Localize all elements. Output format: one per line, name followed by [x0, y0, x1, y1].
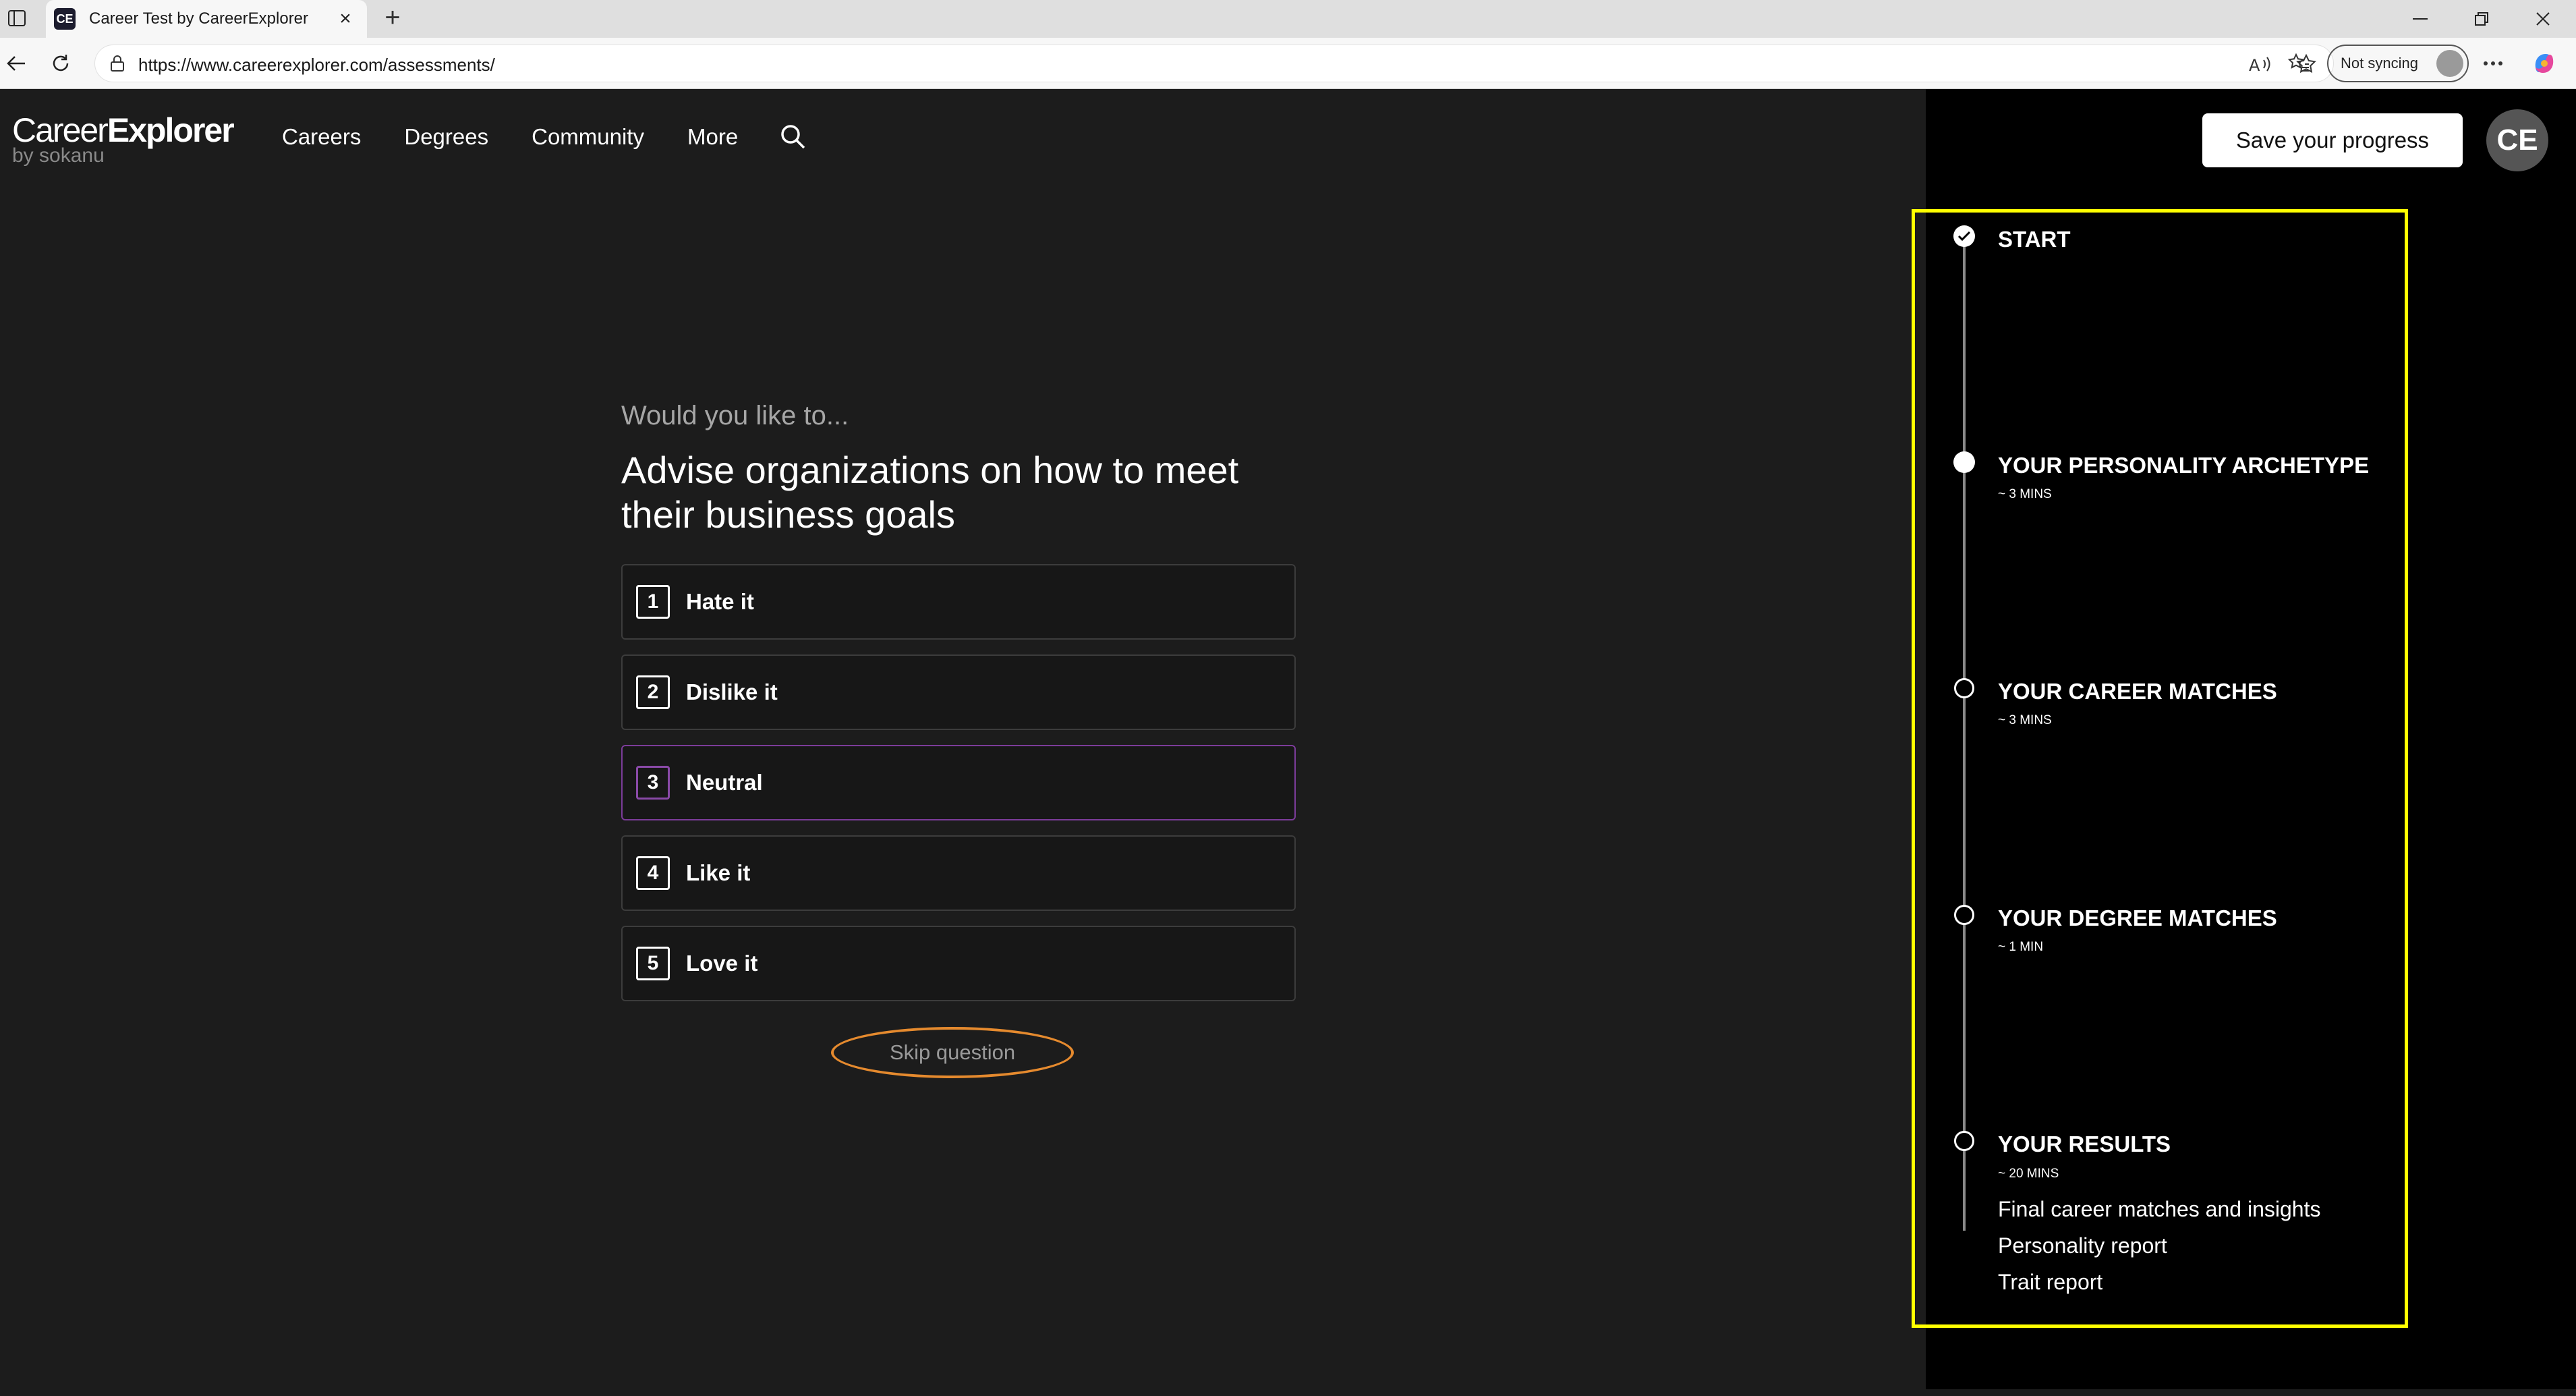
nav-careers[interactable]: Careers — [282, 124, 361, 150]
url-text: https://www.careerexplorer.com/assessmen… — [138, 55, 495, 75]
option-like-it[interactable]: 4 Like it — [621, 835, 1296, 911]
step-time-results: ~ 20 MINS — [1998, 1167, 2059, 1181]
option-number: 2 — [636, 675, 670, 709]
restore-icon[interactable] — [2453, 0, 2511, 38]
step-title-degree-matches: YOUR DEGREE MATCHES — [1998, 905, 2277, 930]
option-label: Like it — [686, 860, 751, 885]
sync-status-label: Not syncing — [2341, 55, 2418, 72]
nav-degrees[interactable]: Degrees — [404, 124, 488, 150]
refresh-icon[interactable] — [45, 47, 77, 80]
skip-question-button[interactable]: Skip question — [831, 1027, 1074, 1078]
step-dot-icon — [1954, 678, 1974, 698]
svg-text:A: A — [2249, 56, 2260, 74]
option-label: Hate it — [686, 589, 754, 614]
careerexplorer-favicon-icon: CE — [54, 8, 76, 30]
step-time-degree-matches: ~ 1 MIN — [1998, 940, 2044, 954]
progress-highlight-box — [1912, 209, 2408, 1328]
step-title-personality: YOUR PERSONALITY ARCHETYPE — [1998, 453, 2370, 478]
step-dot-icon — [1954, 1131, 1974, 1151]
results-item-trait-report: Trait report — [1998, 1270, 2103, 1294]
lock-icon[interactable] — [110, 55, 125, 76]
question-text: Advise organizations on how to meet thei… — [621, 449, 1239, 536]
read-aloud-icon[interactable]: A — [2247, 51, 2274, 78]
option-label: Love it — [686, 951, 758, 976]
question-intro: Would you like to... — [621, 401, 849, 430]
profile-avatar-icon — [2436, 50, 2463, 77]
answer-options: 1 Hate it 2 Dislike it 3 Neutral 4 Like … — [621, 564, 1296, 1016]
option-number: 1 — [636, 585, 670, 619]
option-dislike-it[interactable]: 2 Dislike it — [621, 654, 1296, 730]
back-arrow-icon[interactable] — [0, 47, 32, 80]
option-number: 4 — [636, 856, 670, 890]
user-avatar[interactable]: CE — [2486, 109, 2548, 171]
nav-community[interactable]: Community — [532, 124, 644, 150]
browser-address-bar: https://www.careerexplorer.com/assessmen… — [0, 38, 2576, 89]
step-time-personality: ~ 3 MINS — [1998, 487, 2052, 501]
more-options-icon[interactable] — [2477, 47, 2509, 80]
close-tab-icon[interactable]: × — [333, 7, 357, 31]
option-label: Dislike it — [686, 679, 778, 704]
step-time-career-matches: ~ 3 MINS — [1998, 713, 2052, 727]
page-content: CareerExplorer by sokanu Careers Degrees… — [0, 89, 2576, 1389]
main-navigation: Careers Degrees Community More — [282, 124, 738, 150]
option-number: 5 — [636, 947, 670, 980]
option-number: 3 — [636, 766, 670, 800]
option-neutral[interactable]: 3 Neutral — [621, 745, 1296, 820]
option-love-it[interactable]: 5 Love it — [621, 926, 1296, 1001]
current-step-dot-icon — [1953, 451, 1975, 473]
tab-title: Career Test by CareerExplorer — [89, 9, 309, 28]
step-dot-icon — [1954, 905, 1974, 925]
check-circle-icon — [1953, 225, 1975, 247]
copilot-icon[interactable] — [2528, 47, 2560, 80]
option-label: Neutral — [686, 770, 763, 795]
logo-text-bold: Explorer — [107, 111, 235, 149]
url-field[interactable]: https://www.careerexplorer.com/assessmen… — [94, 45, 2334, 82]
nav-more[interactable]: More — [687, 124, 738, 150]
close-window-icon[interactable] — [2514, 0, 2572, 38]
browser-tab[interactable]: CE Career Test by CareerExplorer × — [46, 0, 367, 38]
sync-status-button[interactable]: Not syncing — [2327, 45, 2469, 82]
save-progress-button[interactable]: Save your progress — [2202, 113, 2463, 167]
results-item-personality-report: Personality report — [1998, 1233, 2167, 1258]
timeline-line — [1963, 239, 1966, 1231]
step-title-start: START — [1998, 227, 2071, 252]
minimize-icon[interactable] — [2391, 0, 2449, 38]
results-item-career-insights: Final career matches and insights — [1998, 1197, 2321, 1221]
careerexplorer-logo[interactable]: CareerExplorer by sokanu — [12, 111, 235, 166]
step-title-career-matches: YOUR CAREER MATCHES — [1998, 679, 2277, 704]
step-title-results: YOUR RESULTS — [1998, 1132, 2171, 1156]
option-hate-it[interactable]: 1 Hate it — [621, 564, 1296, 640]
search-icon[interactable] — [779, 123, 806, 153]
new-tab-icon[interactable]: + — [378, 3, 407, 32]
logo-text-light: Career — [12, 111, 109, 149]
favorites-list-icon[interactable] — [2283, 47, 2315, 80]
sidebar-toggle-icon[interactable] — [3, 4, 31, 32]
browser-tab-bar: CE Career Test by CareerExplorer × + — [0, 0, 2576, 38]
